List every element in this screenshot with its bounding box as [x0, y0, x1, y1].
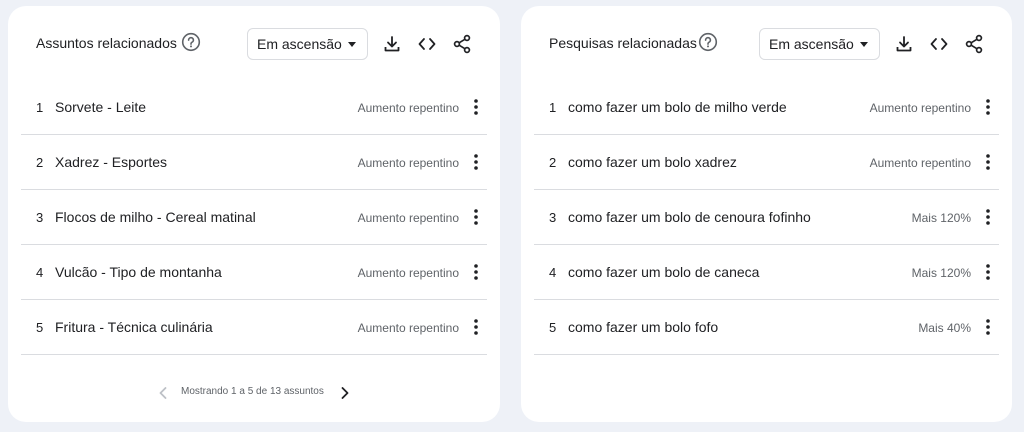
download-icon[interactable]	[892, 32, 916, 56]
filter-select[interactable]: Em ascensão	[247, 28, 368, 60]
item-label[interactable]: Xadrez - Esportes	[55, 154, 167, 170]
item-value: Mais 120%	[911, 211, 971, 225]
card-title: Pesquisas relacionadas	[549, 35, 697, 51]
share-icon[interactable]	[450, 32, 474, 56]
list-item[interactable]: 3 como fazer um bolo de cenoura fofinho …	[534, 190, 999, 245]
list-item[interactable]: 1 como fazer um bolo de milho verde Aume…	[534, 80, 999, 135]
pagination-label: Mostrando 1 a 5 de 13 assuntos	[181, 386, 324, 397]
more-vert-icon[interactable]	[472, 317, 480, 337]
rank: 2	[36, 155, 44, 170]
item-label[interactable]: como fazer um bolo de milho verde	[568, 99, 787, 115]
item-value: Aumento repentino	[357, 321, 459, 335]
code-icon[interactable]	[415, 32, 439, 56]
item-value: Mais 40%	[918, 321, 971, 335]
list-item[interactable]: 5 Fritura - Técnica culinária Aumento re…	[21, 300, 487, 355]
list-item[interactable]: 4 como fazer um bolo de caneca Mais 120%	[534, 245, 999, 300]
list-item[interactable]: 5 como fazer um bolo fofo Mais 40%	[534, 300, 999, 355]
item-label[interactable]: como fazer um bolo fofo	[568, 319, 718, 335]
related-queries-card: Pesquisas relacionadas Em ascensão 1 com…	[521, 6, 1012, 422]
rank: 4	[36, 265, 44, 280]
item-value: Aumento repentino	[869, 101, 971, 115]
item-label[interactable]: como fazer um bolo xadrez	[568, 154, 737, 170]
item-label[interactable]: Flocos de milho - Cereal matinal	[55, 209, 256, 225]
more-vert-icon[interactable]	[984, 317, 992, 337]
item-value: Aumento repentino	[357, 156, 459, 170]
more-vert-icon[interactable]	[984, 262, 992, 282]
rank: 4	[549, 265, 557, 280]
topics-list: 1 Sorvete - Leite Aumento repentino 2 Xa…	[21, 80, 487, 355]
more-vert-icon[interactable]	[472, 152, 480, 172]
related-topics-card: Assuntos relacionados Em ascensão 1 Sorv…	[8, 6, 500, 422]
rank: 5	[36, 320, 44, 335]
more-vert-icon[interactable]	[472, 262, 480, 282]
card-header: Pesquisas relacionadas Em ascensão	[521, 28, 1012, 60]
chevron-right-icon[interactable]	[338, 385, 352, 401]
pagination: Mostrando 1 a 5 de 13 assuntos	[8, 381, 500, 405]
chevron-left-icon[interactable]	[156, 385, 170, 401]
rank: 5	[549, 320, 557, 335]
item-label[interactable]: Sorvete - Leite	[55, 99, 146, 115]
rank: 3	[549, 210, 557, 225]
list-item[interactable]: 1 Sorvete - Leite Aumento repentino	[21, 80, 487, 135]
more-vert-icon[interactable]	[472, 97, 480, 117]
code-icon[interactable]	[927, 32, 951, 56]
rank: 2	[549, 155, 557, 170]
rank: 1	[549, 100, 557, 115]
item-label[interactable]: Fritura - Técnica culinária	[55, 319, 213, 335]
caret-down-icon	[860, 42, 868, 47]
rank: 3	[36, 210, 44, 225]
filter-select[interactable]: Em ascensão	[759, 28, 880, 60]
item-value: Aumento repentino	[869, 156, 971, 170]
item-label[interactable]: Vulcão - Tipo de montanha	[55, 264, 222, 280]
list-item[interactable]: 4 Vulcão - Tipo de montanha Aumento repe…	[21, 245, 487, 300]
item-label[interactable]: como fazer um bolo de caneca	[568, 264, 759, 280]
rank: 1	[36, 100, 44, 115]
list-item[interactable]: 2 Xadrez - Esportes Aumento repentino	[21, 135, 487, 190]
help-icon[interactable]	[181, 32, 201, 52]
queries-list: 1 como fazer um bolo de milho verde Aume…	[534, 80, 999, 355]
help-icon[interactable]	[698, 32, 718, 52]
more-vert-icon[interactable]	[984, 97, 992, 117]
item-value: Aumento repentino	[357, 211, 459, 225]
card-title: Assuntos relacionados	[36, 35, 177, 51]
item-value: Aumento repentino	[357, 266, 459, 280]
caret-down-icon	[348, 42, 356, 47]
item-label[interactable]: como fazer um bolo de cenoura fofinho	[568, 209, 811, 225]
filter-select-value: Em ascensão	[257, 36, 342, 52]
card-header: Assuntos relacionados Em ascensão	[8, 28, 500, 60]
item-value: Mais 120%	[911, 266, 971, 280]
more-vert-icon[interactable]	[472, 207, 480, 227]
list-item[interactable]: 3 Flocos de milho - Cereal matinal Aumen…	[21, 190, 487, 245]
list-item[interactable]: 2 como fazer um bolo xadrez Aumento repe…	[534, 135, 999, 190]
filter-select-value: Em ascensão	[769, 36, 854, 52]
item-value: Aumento repentino	[357, 101, 459, 115]
more-vert-icon[interactable]	[984, 207, 992, 227]
share-icon[interactable]	[962, 32, 986, 56]
more-vert-icon[interactable]	[984, 152, 992, 172]
download-icon[interactable]	[380, 32, 404, 56]
